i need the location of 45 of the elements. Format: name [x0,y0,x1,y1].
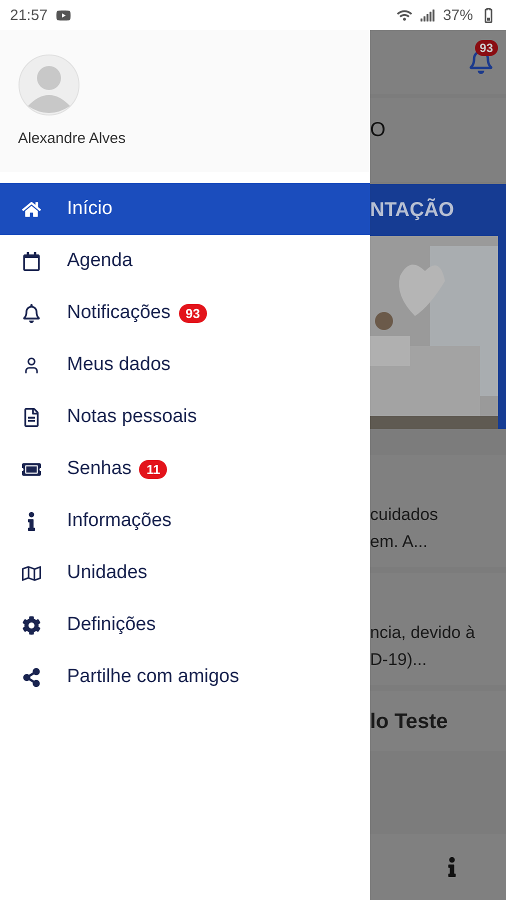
menu-label: Informações [67,510,172,532]
document-icon [22,408,41,426]
count-badge: 93 [474,40,498,56]
count-badge: 93 [178,304,207,322]
status-time: 21:57 [10,6,48,24]
share-icon [22,668,41,686]
user-name: Alexandre Alves [18,130,127,147]
menu-item[interactable]: Definições [0,599,370,651]
menu-label: Meus dados [67,354,171,376]
menu-label: Início [67,198,112,220]
home-icon [22,200,41,218]
card-text: cuidados [370,504,440,526]
card-title: lo Teste [370,708,449,734]
menu-label: Senhas [67,458,132,480]
menu-label: Notificações [67,302,170,324]
card-text: D-19)... [370,649,428,671]
menu-item[interactable]: Informações [0,495,370,547]
menu-item[interactable]: Notas pessoais [0,391,370,443]
card-text: ncia, devido à [370,622,476,644]
avatar-icon [18,54,80,116]
menu-item[interactable]: Notificações 93 [0,287,370,339]
menu-label: Partilhe com amigos [67,666,240,688]
heading-text: O [370,118,386,142]
menu-item[interactable]: Unidades [0,547,370,599]
menu-item[interactable]: Início [0,183,370,235]
signal-icon [420,8,435,22]
wifi-icon [396,8,412,22]
banner-title: NTAÇÃO [370,198,454,222]
user-icon [22,356,41,374]
youtube-icon [56,8,71,22]
calendar-icon [22,252,41,270]
count-badge: 11 [139,460,168,478]
menu-item[interactable]: Senhas 11 [0,443,370,495]
menu-label: Agenda [67,250,133,272]
map-icon [22,564,41,582]
menu-label: Unidades [67,562,148,584]
menu-item[interactable]: Meus dados [0,339,370,391]
card-text: em. A... [370,531,429,553]
menu-label: Notas pessoais [67,406,197,428]
menu-item[interactable]: Agenda [0,235,370,287]
menu-label: Definições [67,614,156,636]
settings-icon [22,616,41,634]
menu-item[interactable]: Partilhe com amigos [0,651,370,703]
battery-percent: 37% [442,6,473,24]
bell-icon [22,304,41,322]
